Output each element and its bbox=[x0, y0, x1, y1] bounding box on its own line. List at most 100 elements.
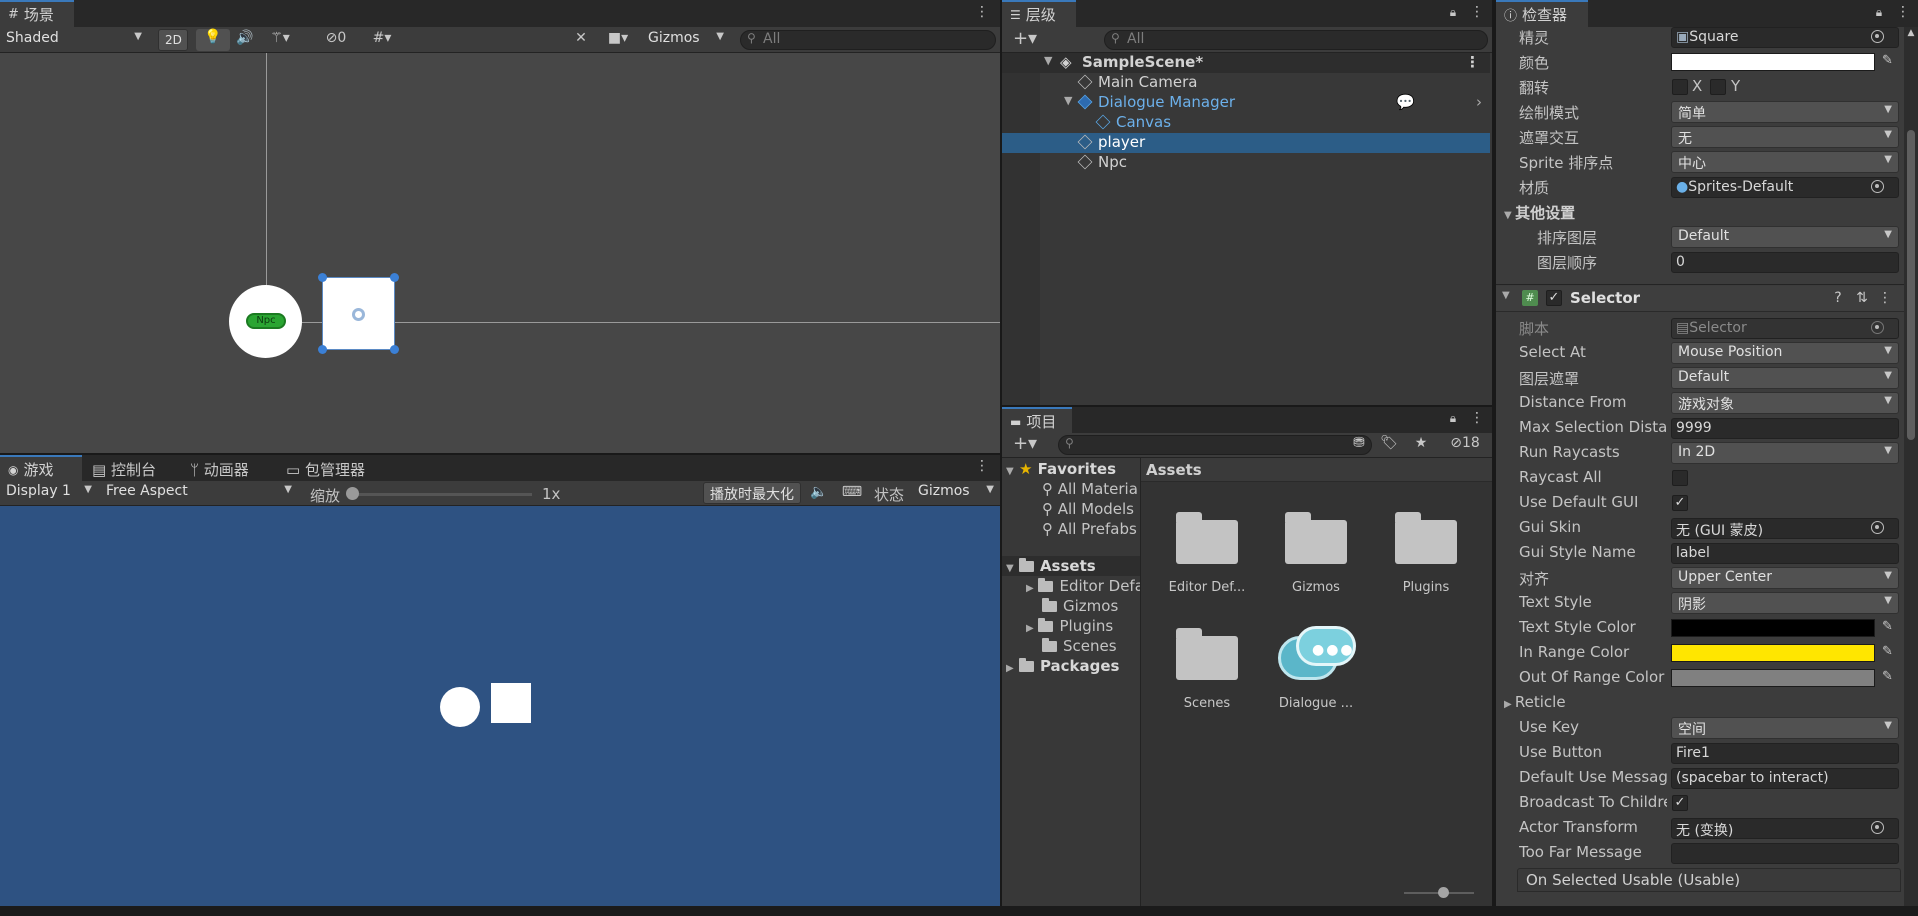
hierarchy-item-canvas[interactable]: Canvas bbox=[1002, 113, 1490, 133]
hierarchy-scene-row[interactable]: ▼ ◈ SampleScene* ⋮ bbox=[1002, 53, 1490, 73]
hierarchy-search-input[interactable]: ⚲ All bbox=[1104, 30, 1488, 50]
tab-package-manager[interactable]: ▭ 包管理器 bbox=[286, 459, 365, 480]
hidden-packages-icon[interactable]: ⊘18 bbox=[1442, 435, 1488, 451]
tab-project[interactable]: ▬ 项目 bbox=[1002, 407, 1072, 434]
run-raycasts-dropdown[interactable]: In 2D ▼ bbox=[1671, 442, 1899, 464]
too-far-message-input[interactable] bbox=[1671, 843, 1899, 864]
flip-y-checkbox[interactable] bbox=[1710, 79, 1726, 95]
select-at-dropdown[interactable]: Mouse Position ▼ bbox=[1671, 342, 1899, 364]
object-picker-icon[interactable] bbox=[1871, 30, 1884, 43]
mute-audio-icon[interactable]: 🔈 bbox=[808, 484, 830, 500]
gui-style-name-input[interactable]: label bbox=[1671, 543, 1899, 564]
hierarchy-lock-icon[interactable]: 🔒︎ bbox=[1446, 5, 1460, 20]
project-search-input[interactable]: ⚲ bbox=[1058, 435, 1372, 455]
resize-handle-br[interactable] bbox=[390, 345, 399, 354]
game-viewport[interactable] bbox=[0, 506, 1000, 906]
component-enabled-checkbox[interactable]: ✓ bbox=[1546, 290, 1562, 306]
tab-animator[interactable]: ᛘ 动画器 bbox=[190, 459, 249, 480]
asset-folder-scenes-icon[interactable] bbox=[1176, 628, 1238, 680]
camera-icon[interactable]: ■▾ bbox=[600, 30, 636, 46]
material-field[interactable]: ●Sprites-Default bbox=[1671, 177, 1899, 198]
dialogue-system-asset-icon[interactable]: ●●● bbox=[1278, 626, 1358, 686]
chevron-right-icon[interactable]: › bbox=[1476, 93, 1482, 111]
distance-from-dropdown[interactable]: 游戏对象 ▼ bbox=[1671, 392, 1899, 414]
tab-console[interactable]: ▤ 控制台 bbox=[92, 459, 156, 480]
project-add-button[interactable]: +▾ bbox=[1008, 433, 1042, 454]
grid-snap-icon[interactable]: #▾ bbox=[360, 30, 404, 46]
stats-button[interactable]: 状态 bbox=[874, 484, 904, 505]
other-settings-foldout[interactable]: ▼ 其他设置 bbox=[1504, 202, 1575, 223]
layer-mask-dropdown[interactable]: Default ▼ bbox=[1671, 367, 1899, 389]
text-style-color-swatch[interactable] bbox=[1671, 619, 1875, 637]
object-picker-icon[interactable] bbox=[1871, 180, 1884, 193]
inspector-lock-icon[interactable]: 🔒︎ bbox=[1872, 5, 1886, 20]
object-picker-icon[interactable] bbox=[1871, 821, 1884, 834]
use-button-input[interactable]: Fire1 bbox=[1671, 743, 1899, 764]
project-lock-icon[interactable]: 🔒︎ bbox=[1446, 411, 1460, 426]
scene-more-icon[interactable]: ⋮ bbox=[975, 4, 989, 20]
game-more-icon[interactable]: ⋮ bbox=[975, 458, 989, 474]
effects-icon[interactable]: ⚚▾ bbox=[262, 30, 298, 46]
asset-folder-gizmos-icon[interactable] bbox=[1285, 512, 1347, 564]
gizmos-dropdown[interactable]: Gizmos ▼ bbox=[642, 29, 730, 51]
2d-toggle-button[interactable]: 2D bbox=[158, 29, 188, 51]
maximize-on-play-button[interactable]: 播放时最大化 bbox=[703, 482, 801, 504]
game-gizmos-dropdown[interactable]: Gizmos ▼ bbox=[912, 482, 1000, 504]
favorite-item-prefabs[interactable]: ⚲ All Prefabs bbox=[1042, 520, 1137, 538]
asset-folder-plugins-icon[interactable] bbox=[1395, 512, 1457, 564]
pivot-handle[interactable] bbox=[352, 308, 365, 321]
scale-slider-thumb[interactable] bbox=[346, 487, 359, 500]
lighting-icon[interactable]: 💡 bbox=[196, 29, 230, 51]
scale-slider-track[interactable] bbox=[352, 493, 532, 496]
resize-handle-tl[interactable] bbox=[318, 273, 327, 282]
tab-game[interactable]: ◉ 游戏 bbox=[0, 455, 82, 482]
preset-icon[interactable]: ⇅ bbox=[1854, 290, 1870, 306]
shading-mode-dropdown[interactable]: Shaded ▼ bbox=[0, 29, 148, 51]
in-range-color-swatch[interactable] bbox=[1671, 644, 1875, 662]
out-of-range-color-swatch[interactable] bbox=[1671, 669, 1875, 687]
expand-arrow-icon[interactable]: ▼ bbox=[1064, 94, 1072, 107]
display-dropdown[interactable]: Display 1 ▼ bbox=[0, 482, 98, 504]
use-key-dropdown[interactable]: 空间 ▼ bbox=[1671, 717, 1899, 739]
scroll-up-arrow-icon[interactable]: ▲ bbox=[1905, 28, 1917, 38]
flip-x-checkbox[interactable] bbox=[1672, 79, 1688, 95]
component-foldout-arrow-icon[interactable]: ▼ bbox=[1502, 290, 1510, 301]
project-breadcrumb[interactable]: Assets bbox=[1146, 461, 1202, 479]
hierarchy-item-dialogue-manager[interactable]: ▼ Dialogue Manager 💬 › bbox=[1002, 93, 1490, 113]
mask-interaction-dropdown[interactable]: 无 ▼ bbox=[1671, 126, 1899, 148]
alignment-dropdown[interactable]: Upper Center ▼ bbox=[1671, 567, 1899, 589]
inspector-more-icon[interactable]: ⋮ bbox=[1896, 4, 1910, 20]
use-default-gui-checkbox[interactable]: ✓ bbox=[1672, 495, 1688, 511]
max-selection-distance-input[interactable]: 9999 bbox=[1671, 418, 1899, 439]
keyboard-icon[interactable]: ⌨ bbox=[840, 484, 864, 500]
on-selected-usable-event[interactable]: On Selected Usable (Usable) bbox=[1517, 868, 1901, 892]
reticle-foldout[interactable]: ▶ Reticle bbox=[1504, 693, 1566, 711]
draw-mode-dropdown[interactable]: 简单 ▼ bbox=[1671, 101, 1899, 123]
eyedropper-icon[interactable]: ✎ bbox=[1882, 619, 1893, 634]
hierarchy-item-main-camera[interactable]: Main Camera bbox=[1002, 73, 1490, 93]
hierarchy-item-npc[interactable]: Npc bbox=[1002, 153, 1490, 173]
help-icon[interactable]: ? bbox=[1830, 290, 1846, 306]
favorite-star-icon[interactable]: ★ bbox=[1410, 435, 1432, 451]
hidden-objects-icon[interactable]: ⊘0 bbox=[318, 30, 354, 46]
favorite-item-models[interactable]: ⚲ All Models bbox=[1042, 500, 1134, 518]
resize-handle-bl[interactable] bbox=[318, 345, 327, 354]
scene-viewport[interactable]: Npc bbox=[0, 53, 1000, 453]
sprite-field[interactable]: ▣Square bbox=[1671, 27, 1899, 48]
tab-scene[interactable]: # 场景 bbox=[0, 0, 74, 27]
tree-folder-plugins[interactable]: ▶ Plugins bbox=[1026, 617, 1113, 635]
object-picker-icon[interactable] bbox=[1871, 521, 1884, 534]
order-in-layer-input[interactable]: 0 bbox=[1671, 252, 1899, 273]
hierarchy-more-icon[interactable]: ⋮ bbox=[1470, 4, 1484, 20]
scene-more-icon[interactable]: ⋮ bbox=[1465, 53, 1480, 71]
aspect-dropdown[interactable]: Free Aspect ▼ bbox=[100, 482, 298, 504]
broadcast-to-children-checkbox[interactable]: ✓ bbox=[1672, 795, 1688, 811]
inspector-scrollbar-thumb[interactable] bbox=[1907, 130, 1915, 440]
asset-folder-editor-default-icon[interactable] bbox=[1176, 512, 1238, 564]
scene-search-input[interactable]: ⚲ All bbox=[740, 30, 996, 50]
audio-icon[interactable]: 🔊 bbox=[232, 30, 258, 46]
icon-size-slider-thumb[interactable] bbox=[1438, 887, 1449, 898]
eyedropper-icon[interactable]: ✎ bbox=[1882, 669, 1893, 684]
favorites-section[interactable]: ▼ ★ Favorites bbox=[1006, 460, 1116, 478]
text-style-dropdown[interactable]: 阴影 ▼ bbox=[1671, 592, 1899, 614]
